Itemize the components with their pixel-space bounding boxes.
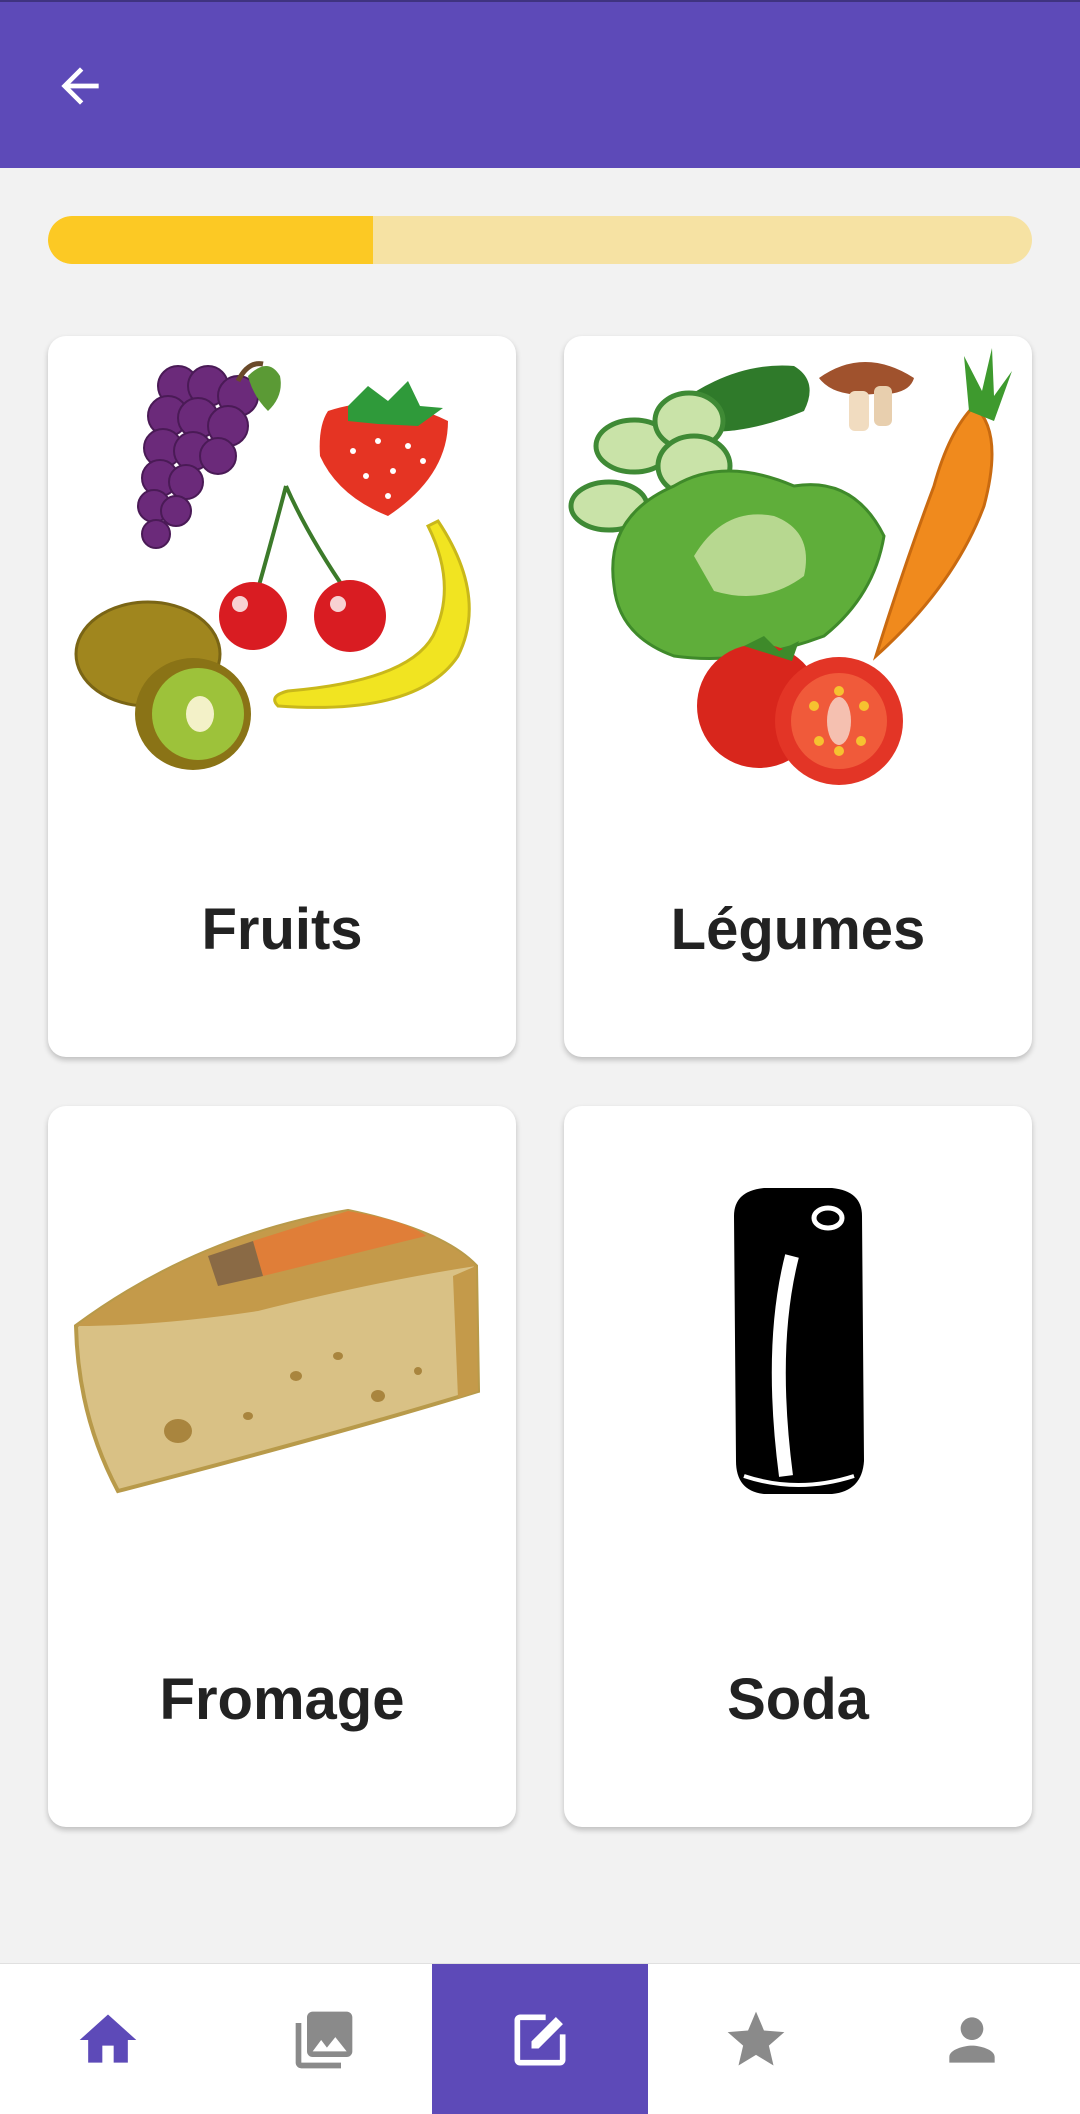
- category-label: Fromage: [159, 1667, 405, 1732]
- star-icon: [727, 2011, 785, 2065]
- category-label: Légumes: [670, 897, 926, 962]
- arrow-left-icon: [61, 67, 99, 105]
- category-card-legumes[interactable]: Légumes: [564, 336, 1032, 1057]
- person-icon: [949, 2016, 995, 2063]
- nav-edit[interactable]: [432, 1964, 648, 2114]
- back-button[interactable]: [40, 46, 120, 126]
- nav-home[interactable]: [0, 1964, 216, 2114]
- vegetables-illustration: [568, 348, 1012, 785]
- nav-profile[interactable]: [864, 1964, 1080, 2114]
- category-label: Soda: [727, 1667, 869, 1732]
- nav-favorites[interactable]: [648, 1964, 864, 2114]
- gallery-icon: [295, 2011, 353, 2068]
- bottom-navigation: [0, 1963, 1080, 2114]
- fruits-illustration: [74, 361, 471, 770]
- category-card-fromage[interactable]: Fromage: [48, 1106, 516, 1827]
- category-card-fruits[interactable]: Fruits: [48, 336, 516, 1057]
- nav-gallery[interactable]: [216, 1964, 432, 2114]
- app-bar: [0, 0, 1080, 168]
- progress-bar: [48, 216, 1032, 264]
- edit-icon: [514, 2014, 566, 2065]
- home-icon: [79, 2014, 137, 2063]
- progress-fill: [48, 216, 373, 264]
- soda-can-illustration: [734, 1188, 864, 1494]
- category-card-soda[interactable]: Soda: [564, 1106, 1032, 1827]
- cheese-illustration: [73, 1208, 481, 1494]
- category-label: Fruits: [201, 897, 363, 962]
